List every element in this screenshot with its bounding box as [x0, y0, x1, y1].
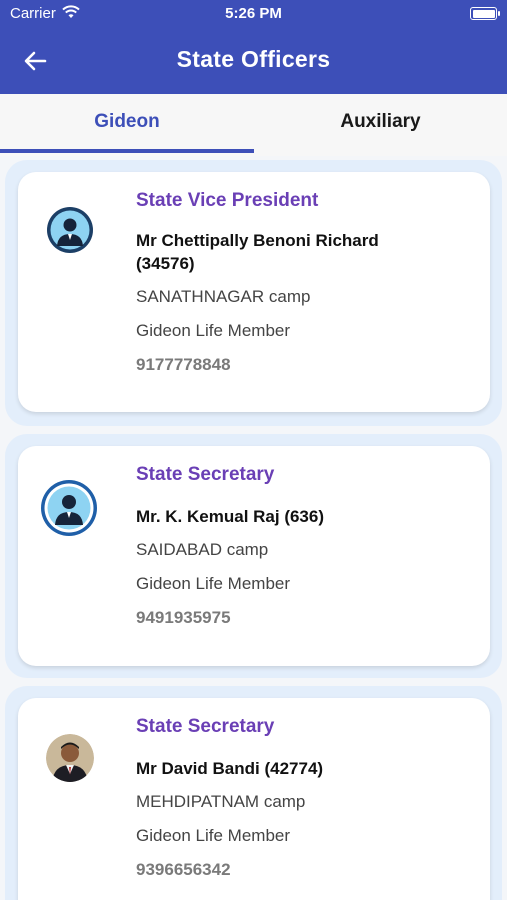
officer-card-wrapper: State Vice President Mr Chettipally Beno…	[5, 160, 502, 426]
officer-name: Mr Chettipally Benoni Richard (34576)	[136, 231, 379, 273]
officer-name: Mr David Bandi (42774)	[136, 759, 324, 778]
status-bar: Carrier 5:26 PM	[0, 0, 507, 28]
officer-camp: SANATHNAGAR camp	[136, 287, 311, 306]
page-title: State Officers	[176, 46, 331, 72]
avatar	[46, 206, 94, 254]
officer-camp: MEHDIPATNAM camp	[136, 792, 306, 811]
officer-phone[interactable]: 9491935975	[136, 608, 231, 628]
officer-card[interactable]: State Vice President Mr Chettipally Beno…	[18, 172, 490, 412]
officer-membership: Gideon Life Member	[136, 826, 291, 845]
person-photo	[46, 734, 94, 782]
tab-bar: Gideon Auxiliary	[0, 94, 507, 156]
officer-card-wrapper: State Secretary Mr David Bandi (42774) M…	[5, 686, 502, 900]
officer-role: State Vice President	[136, 190, 319, 211]
officer-phone[interactable]: 9396656342	[136, 860, 231, 880]
officer-card-wrapper: State Secretary Mr. K. Kemual Raj (636) …	[5, 434, 502, 678]
person-silhouette-icon	[47, 207, 93, 253]
active-tab-indicator	[0, 149, 254, 153]
officer-list: State Vice President Mr Chettipally Beno…	[0, 156, 507, 900]
tab-auxiliary[interactable]: Auxiliary	[254, 94, 507, 156]
officer-role: State Secretary	[136, 716, 275, 737]
officer-phone[interactable]: 9177778848	[136, 355, 231, 375]
officer-name: Mr. K. Kemual Raj (636)	[136, 507, 325, 526]
avatar	[40, 479, 98, 537]
officer-camp: SAIDABAD camp	[136, 540, 269, 559]
avatar	[46, 734, 94, 782]
app-header: Carrier 5:26 PM State Officers	[0, 0, 507, 94]
status-time: 5:26 PM	[225, 5, 282, 22]
officer-card[interactable]: State Secretary Mr David Bandi (42774) M…	[18, 698, 490, 900]
officer-membership: Gideon Life Member	[136, 321, 291, 340]
tab-gideon[interactable]: Gideon	[0, 94, 254, 156]
person-silhouette-icon	[41, 480, 97, 536]
battery-icon	[470, 7, 500, 20]
officer-card[interactable]: State Secretary Mr. K. Kemual Raj (636) …	[18, 446, 490, 666]
officer-membership: Gideon Life Member	[136, 574, 291, 593]
officer-role: State Secretary	[136, 464, 275, 485]
